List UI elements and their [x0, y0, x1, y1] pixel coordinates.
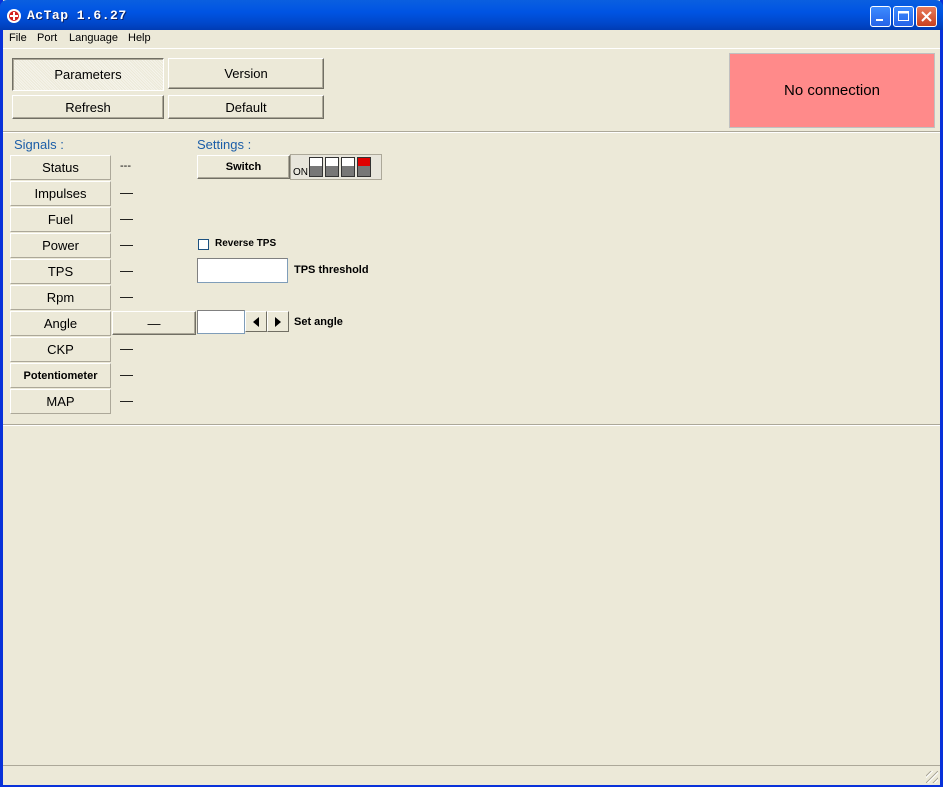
signal-angle-button[interactable]: Angle: [10, 311, 111, 336]
settings-title: Settings :: [197, 137, 252, 152]
resize-grip-icon[interactable]: [926, 771, 938, 783]
close-button[interactable]: [916, 6, 937, 27]
signals-title: Signals :: [14, 137, 64, 152]
dip-switch-4[interactable]: [357, 157, 371, 177]
signal-impulses-value: —: [120, 185, 133, 200]
signal-fuel-value: —: [120, 211, 133, 226]
signal-status-button[interactable]: Status: [10, 155, 111, 180]
arrow-right-icon: [275, 316, 281, 327]
signal-rpm-value: —: [120, 289, 133, 304]
reverse-tps-checkbox[interactable]: [198, 239, 209, 250]
parameters-button[interactable]: Parameters: [12, 58, 164, 91]
signal-ckp-value: —: [120, 341, 133, 356]
signal-fuel-button[interactable]: Fuel: [10, 207, 111, 232]
dip-switch-3[interactable]: [341, 157, 355, 177]
refresh-button[interactable]: Refresh: [12, 95, 164, 119]
angle-increase-button[interactable]: [267, 311, 289, 332]
angle-input[interactable]: [197, 310, 245, 334]
switch-button[interactable]: Switch: [197, 155, 290, 179]
signal-map-value: —: [120, 393, 133, 408]
signal-ckp-button[interactable]: CKP: [10, 337, 111, 362]
window-title: AcTap 1.6.27: [27, 8, 127, 23]
bottom-divider: [3, 424, 940, 426]
set-angle-label: Set angle: [294, 316, 343, 328]
menu-file[interactable]: File: [9, 32, 27, 44]
menu-language[interactable]: Language: [69, 32, 118, 44]
app-logo-icon: [6, 8, 22, 24]
signal-power-value: —: [120, 237, 133, 252]
signal-power-button[interactable]: Power: [10, 233, 111, 258]
menu-port[interactable]: Port: [37, 32, 57, 44]
version-button[interactable]: Version: [168, 58, 324, 89]
signal-status-value: ---: [120, 160, 131, 172]
menu-help[interactable]: Help: [128, 32, 151, 44]
signal-map-button[interactable]: MAP: [10, 389, 111, 414]
arrow-left-icon: [253, 316, 259, 327]
reverse-tps-label: Reverse TPS: [215, 238, 277, 249]
signal-tps-value: —: [120, 263, 133, 278]
menu-bar: File Port Language Help: [3, 30, 940, 49]
dip-switch-1[interactable]: [309, 157, 323, 177]
signal-potentiometer-value: —: [120, 367, 133, 382]
connection-status: No connection: [729, 53, 935, 128]
signal-angle-value[interactable]: —: [112, 311, 196, 335]
signal-rpm-button[interactable]: Rpm: [10, 285, 111, 310]
dip-on-label: ON: [293, 167, 308, 178]
minimize-button[interactable]: [870, 6, 891, 27]
status-bar: [3, 765, 940, 785]
tps-threshold-label: TPS threshold: [294, 264, 369, 276]
dip-switch[interactable]: ON: [290, 154, 382, 180]
dip-switch-2[interactable]: [325, 157, 339, 177]
angle-decrease-button[interactable]: [245, 311, 267, 332]
maximize-button[interactable]: [893, 6, 914, 27]
signal-impulses-button[interactable]: Impulses: [10, 181, 111, 206]
top-divider: [3, 131, 940, 133]
signal-tps-button[interactable]: TPS: [10, 259, 111, 284]
title-bar[interactable]: AcTap 1.6.27: [0, 0, 943, 30]
signal-potentiometer-button[interactable]: Potentiometer: [10, 363, 111, 388]
default-button[interactable]: Default: [168, 95, 324, 119]
tps-threshold-input[interactable]: [197, 258, 288, 283]
